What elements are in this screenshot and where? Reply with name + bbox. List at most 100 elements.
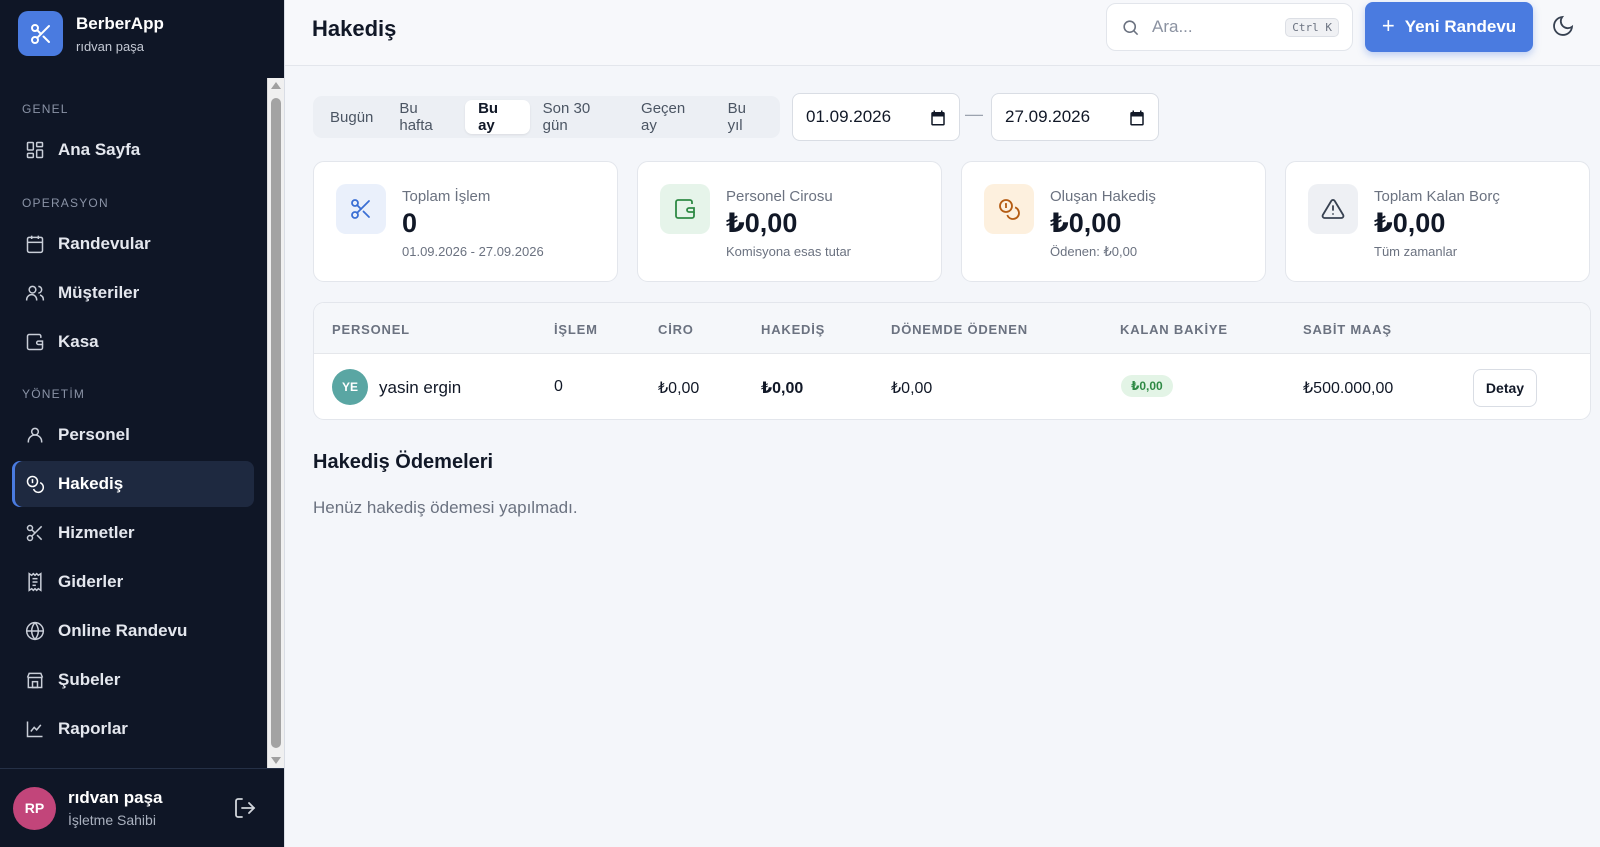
date-from-value: 01.09.2026 [806,107,892,126]
sidebar-item-label: Online Randevu [58,621,188,640]
stat-sub: Komisyona esas tutar [726,244,852,259]
range-last-30-days[interactable]: Son 30 gün [530,100,628,134]
stat-sub: 01.09.2026 - 27.09.2026 [402,244,544,259]
sidebar-nav: GENEL Ana Sayfa OPERASYON Randevular Müş… [0,78,266,768]
sidebar-scrollbar[interactable] [267,78,284,768]
app-name: BerberApp [76,13,164,33]
coins-icon [26,475,45,494]
detail-button[interactable]: Detay [1473,369,1537,407]
stat-value: ₺0,00 [1374,208,1446,238]
user-name: rıdvan paşa [68,788,163,807]
sidebar-item-subeler[interactable]: Şubeler [12,657,254,703]
wallet-icon [26,333,44,351]
date-to-field[interactable]: 27.09.2026 [991,93,1159,141]
stat-sub: Tüm zamanlar [1374,244,1458,259]
sidebar-item-label: Raporlar [58,719,128,738]
scissors-icon [336,184,386,234]
range-today[interactable]: Bugün [317,100,386,134]
plus-icon: + [1381,13,1395,38]
sidebar-item-personel[interactable]: Personel [12,412,254,458]
sidebar-item-label: Hakediş [58,474,124,493]
payments-title: Hakediş Ödemeleri [313,451,494,473]
column-header: DÖNEMDE ÖDENEN [891,322,1028,337]
user-icon [27,427,43,443]
staff-name: yasin ergin [379,378,462,397]
receipt-icon [28,572,42,592]
sidebar-item-label: Kasa [58,332,99,351]
search-icon [1123,19,1139,35]
top-header: Hakediş Ara... Ctrl K + Yeni Randevu [285,0,1600,66]
sidebar-item-randevular[interactable]: Randevular [12,221,254,267]
scroll-thumb[interactable] [271,98,281,748]
avatar: YE [332,369,368,405]
cell-hakedis: ₺0,00 [761,380,804,397]
store-icon [26,672,44,689]
balance-badge: ₺0,00 [1121,375,1173,397]
staff-commission-table: PERSONEL İŞLEM CİRO HAKEDİŞ DÖNEMDE ÖDEN… [313,302,1591,420]
column-header: HAKEDİŞ [761,322,826,337]
stat-label: Personel Cirosu [726,188,833,205]
sidebar-item-musteriler[interactable]: Müşteriler [12,270,254,316]
sidebar-item-raporlar[interactable]: Raporlar [12,706,254,752]
sidebar-item-ana-sayfa[interactable]: Ana Sayfa [12,127,254,173]
table-row: YE yasin ergin 0 ₺0,00 ₺0,00 ₺0,00 ₺0,00… [314,354,1590,419]
stat-value: 0 [402,208,418,238]
cell-sabit-maas: ₺500.000,00 [1303,380,1394,397]
sidebar-item-online-randevu[interactable]: Online Randevu [12,608,254,654]
calendar-icon[interactable] [929,109,947,127]
stat-card-total-transactions: Toplam İşlem 0 01.09.2026 - 27.09.2026 [313,161,618,282]
stat-label: Oluşan Hakediş [1050,188,1156,205]
app-subtitle: rıdvan paşa [76,38,144,54]
payments-empty-state: Henüz hakediş ödemesi yapılmadı. [313,498,578,517]
user-role: İşletme Sahibi [68,812,156,828]
users-icon [25,285,45,301]
calendar-icon [26,235,44,254]
sidebar-item-giderler[interactable]: Giderler [12,559,254,605]
sidebar-item-label: Giderler [58,572,124,591]
stat-label: Toplam İşlem [402,188,491,205]
scroll-down-arrow-icon[interactable] [271,757,281,764]
section-label-operasyon: OPERASYON [22,196,109,210]
range-this-month[interactable]: Bu ay [465,100,530,134]
user-profile: RP rıdvan paşa İşletme Sahibi [0,768,284,847]
stat-card-earned-commission: Oluşan Hakediş ₺0,00 Ödenen: ₺0,00 [961,161,1266,282]
range-this-week[interactable]: Bu hafta [386,100,465,134]
new-appointment-label: Yeni Randevu [1404,17,1517,36]
date-range-tabs: Bugün Bu hafta Bu ay Son 30 gün Geçen ay… [313,96,780,138]
stat-card-total-remaining-debt: Toplam Kalan Borç ₺0,00 Tüm zamanlar [1285,161,1590,282]
sidebar-item-hakedis[interactable]: Hakediş [12,461,254,507]
section-label-yonetim: YÖNETİM [22,387,86,401]
sidebar-item-label: Personel [58,425,130,444]
sidebar-item-kasa[interactable]: Kasa [12,319,254,365]
date-to-value: 27.09.2026 [1005,107,1091,126]
scissors-icon [26,524,43,542]
scroll-up-arrow-icon[interactable] [271,82,281,89]
search-placeholder: Ara... [1152,17,1193,36]
cell-odenen: ₺0,00 [891,380,933,397]
section-label-genel: GENEL [22,102,69,116]
search-shortcut: Ctrl K [1285,18,1339,37]
logout-icon[interactable] [233,796,257,820]
sidebar-item-label: Müşteriler [58,283,140,302]
calendar-icon[interactable] [1128,109,1146,127]
moon-icon[interactable] [1551,14,1575,38]
sidebar-item-label: Hizmetler [58,523,135,542]
avatar[interactable]: RP [13,786,56,830]
date-from-field[interactable]: 01.09.2026 [792,93,960,141]
cell-islem: 0 [554,378,563,395]
range-this-year[interactable]: Bu yıl [715,100,776,134]
search-input[interactable]: Ara... Ctrl K [1106,3,1353,51]
coins-icon [984,184,1034,234]
range-last-month[interactable]: Geçen ay [628,100,715,134]
brand[interactable]: BerberApp rıdvan paşa [18,11,164,56]
column-header: SABİT MAAŞ [1303,322,1392,337]
new-appointment-button[interactable]: + Yeni Randevu [1365,2,1533,52]
grid-icon [26,141,44,159]
stat-value: ₺0,00 [726,208,798,238]
sidebar-item-label: Randevular [58,234,151,253]
column-header: KALAN BAKİYE [1120,322,1228,337]
wallet-icon [660,184,710,234]
sidebar-item-label: Şubeler [58,670,121,689]
chart-icon [26,721,43,738]
sidebar-item-hizmetler[interactable]: Hizmetler [12,510,254,556]
